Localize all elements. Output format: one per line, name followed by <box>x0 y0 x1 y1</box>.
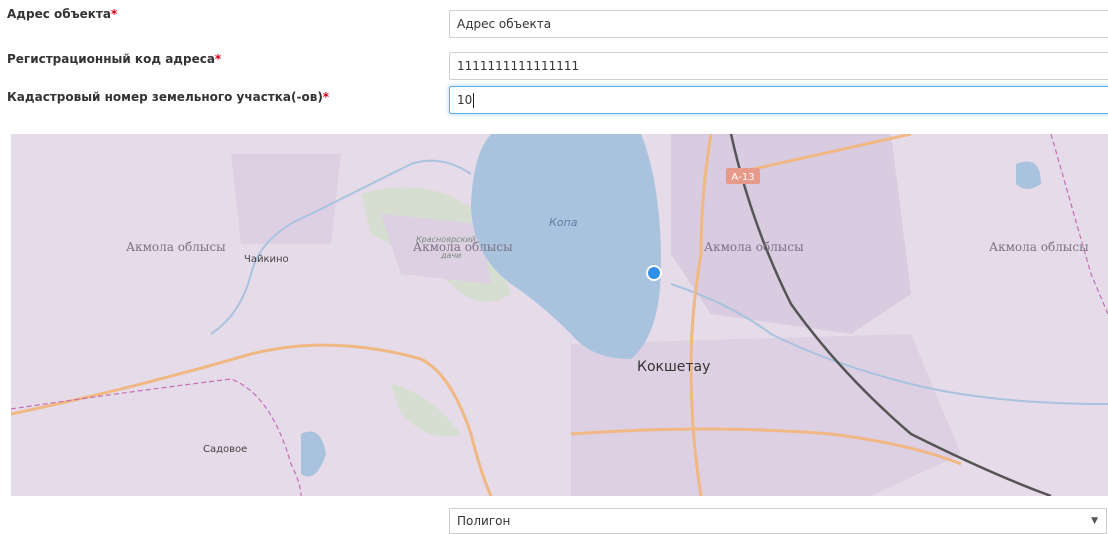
text-caret <box>473 93 475 108</box>
lake-label: Копа <box>549 216 578 229</box>
address-label: Адрес объекта* <box>7 7 118 21</box>
region-label: Акмола облысы <box>126 240 226 254</box>
village-label: Садовое <box>203 444 247 455</box>
city-label: Кокшетау <box>637 359 710 375</box>
locality-label: дачи <box>440 251 461 260</box>
cadastral-input[interactable]: 10 <box>449 86 1108 114</box>
regcode-label: Регистрационный код адреса* <box>7 52 222 66</box>
road-shield-label: А-13 <box>731 172 754 183</box>
location-marker[interactable] <box>646 265 662 281</box>
region-label: Акмола облысы <box>704 240 804 254</box>
region-label: Акмола облысы <box>989 240 1089 254</box>
geometry-type-select[interactable]: Полигон ▼ <box>449 508 1107 534</box>
locality-label: Красноярский <box>416 235 476 244</box>
village-label: Чайкино <box>244 254 289 265</box>
cadastral-label: Кадастровый номер земельного участка(-ов… <box>7 90 330 104</box>
address-input[interactable]: Адрес объекта <box>449 10 1108 38</box>
urban-area <box>231 154 341 244</box>
chevron-down-icon: ▼ <box>1091 516 1098 526</box>
map-view[interactable]: А-13 Акмола облысы Акмола облысы Акмола … <box>11 134 1108 496</box>
regcode-input[interactable]: 1111111111111111 <box>449 52 1108 80</box>
map-canvas[interactable]: А-13 Акмола облысы Акмола облысы Акмола … <box>11 134 1108 496</box>
